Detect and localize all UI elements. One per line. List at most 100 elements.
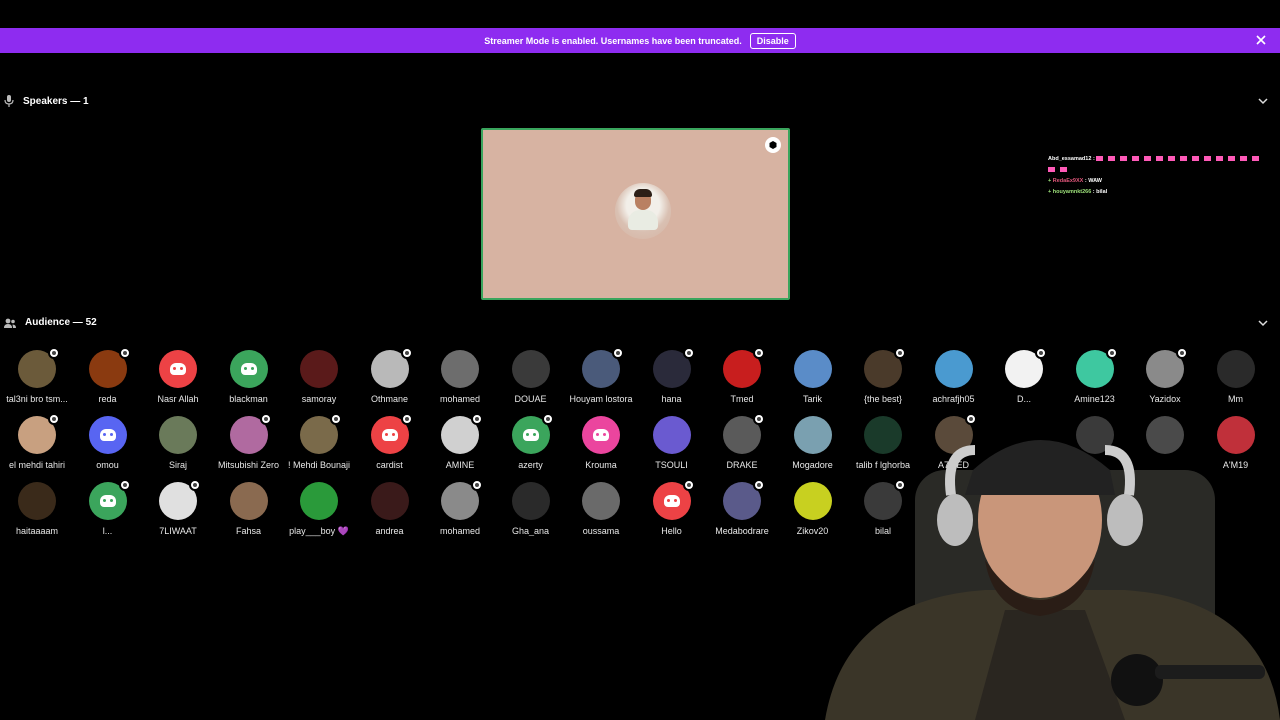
muted-icon xyxy=(682,347,695,359)
audience-member[interactable]: D... xyxy=(989,347,1059,404)
audience-member[interactable]: Houyam lostora xyxy=(566,347,636,404)
avatar xyxy=(300,413,342,454)
avatar xyxy=(793,350,832,388)
disable-button[interactable]: Disable xyxy=(749,32,796,49)
avatar xyxy=(441,350,479,388)
muted-icon xyxy=(1105,347,1118,359)
avatar xyxy=(88,347,131,388)
avatar xyxy=(864,347,906,388)
audience-member[interactable]: mohamed xyxy=(425,350,495,404)
member-name: azerty xyxy=(518,460,543,470)
audience-member[interactable]: DOUAE xyxy=(496,350,566,404)
member-name: DOUAE xyxy=(514,394,547,404)
audience-member[interactable]: blackman xyxy=(214,350,284,404)
close-icon[interactable] xyxy=(1254,33,1268,47)
audience-member[interactable]: Mm xyxy=(1201,350,1271,404)
moderator-badge-icon xyxy=(765,137,781,153)
audience-member[interactable]: haitaaaam xyxy=(2,482,72,536)
audience-member[interactable]: oussama xyxy=(566,482,636,536)
audience-member[interactable]: omou xyxy=(73,416,143,470)
member-name: Mitsubishi Zero xyxy=(217,460,280,470)
chat-line: + houyamnkt266 : bilal xyxy=(1048,189,1108,195)
member-name: play___boy 💜 xyxy=(289,526,349,536)
muted-icon xyxy=(471,479,483,491)
audience-member[interactable]: TSOULI xyxy=(637,416,707,470)
muted-icon xyxy=(1035,347,1047,359)
member-name: cardist xyxy=(376,460,403,470)
muted-icon xyxy=(400,347,413,359)
member-name: Amine123 xyxy=(1074,394,1115,404)
audience-member[interactable]: achrafjh05 xyxy=(919,350,989,404)
member-name: oussama xyxy=(582,526,620,536)
audience-member[interactable]: andrea xyxy=(355,482,425,536)
muted-icon xyxy=(118,347,131,359)
audience-member[interactable]: Fahsa xyxy=(214,482,284,536)
speaker-tile[interactable] xyxy=(481,128,790,300)
member-name: l... xyxy=(102,526,113,536)
avatar xyxy=(159,416,197,454)
avatar xyxy=(723,413,765,454)
avatar xyxy=(934,350,973,388)
audience-member[interactable]: reda xyxy=(73,347,143,404)
audience-member[interactable]: Nasr Allah xyxy=(143,350,213,404)
audience-member[interactable]: tal3ni bro tsm... xyxy=(2,347,72,404)
audience-member[interactable]: cardist xyxy=(355,413,425,470)
speakers-header: Speakers — 1 xyxy=(4,95,89,107)
audience-member[interactable]: hana xyxy=(637,347,707,404)
member-name: Fahsa xyxy=(235,526,261,536)
audience-member[interactable]: Mitsubishi Zero xyxy=(214,413,284,470)
member-name: Medabodrare xyxy=(715,526,769,536)
avatar xyxy=(1146,347,1188,388)
audience-member[interactable]: el mehdi tahiri xyxy=(2,413,72,470)
audience-member[interactable]: samoray xyxy=(284,350,354,404)
audience-member[interactable]: azerty xyxy=(496,413,566,470)
audience-member[interactable]: Yazidox xyxy=(1130,347,1200,404)
discord-logo-icon xyxy=(159,350,197,388)
chevron-down-icon[interactable] xyxy=(1258,319,1268,327)
audience-member[interactable]: mohamed xyxy=(425,479,495,536)
avatar xyxy=(159,479,201,520)
people-icon xyxy=(4,318,16,328)
audience-member[interactable]: Amine123 xyxy=(1060,347,1130,404)
chevron-down-icon[interactable] xyxy=(1258,97,1268,105)
member-name: {the best} xyxy=(863,394,903,404)
avatar xyxy=(370,482,409,520)
audience-member[interactable]: AMINE xyxy=(425,413,495,470)
audience-member[interactable]: {the best} xyxy=(848,347,918,404)
member-name: hana xyxy=(661,394,682,404)
audience-member[interactable]: DRAKE xyxy=(707,413,777,470)
avatar xyxy=(18,413,60,454)
avatar xyxy=(652,347,695,388)
muted-icon xyxy=(753,413,765,425)
member-name: Houyam lostora xyxy=(569,394,633,404)
muted-icon xyxy=(471,413,483,425)
chat-line: + RedaEx9XX : WAW xyxy=(1048,178,1102,184)
audience-member[interactable]: Siraj xyxy=(143,416,213,470)
avatar xyxy=(300,350,338,388)
muted-icon xyxy=(612,347,624,359)
audience-member[interactable]: Tmed xyxy=(707,347,777,404)
audience-member[interactable]: ! Mehdi Bounaji xyxy=(284,413,354,470)
member-name: Othmane xyxy=(370,394,409,404)
audience-member[interactable]: Hello xyxy=(637,479,707,536)
muted-icon xyxy=(753,347,765,359)
member-name: Mm xyxy=(1228,394,1243,404)
audience-member[interactable]: l... xyxy=(73,479,143,536)
audience-member[interactable]: Krouma xyxy=(566,416,636,470)
audience-member[interactable]: Medabodrare xyxy=(707,479,777,536)
member-name: 7LIWAAT xyxy=(159,526,197,536)
muted-icon xyxy=(48,413,60,425)
audience-member[interactable]: Othmane xyxy=(355,347,425,404)
member-name: achrafjh05 xyxy=(932,394,975,404)
audience-member[interactable]: 7LIWAAT xyxy=(143,479,213,536)
avatar xyxy=(229,413,272,454)
muted-icon xyxy=(48,347,60,359)
member-name: tal3ni bro tsm... xyxy=(6,394,68,404)
discord-logo-icon xyxy=(511,413,554,454)
audience-member[interactable]: play___boy 💜 xyxy=(284,482,354,537)
avatar xyxy=(370,347,413,388)
audience-member[interactable]: Gha_ana xyxy=(496,482,566,536)
member-name: omou xyxy=(96,460,119,470)
audience-member[interactable]: Tarik xyxy=(778,350,848,404)
avatar xyxy=(652,416,691,454)
